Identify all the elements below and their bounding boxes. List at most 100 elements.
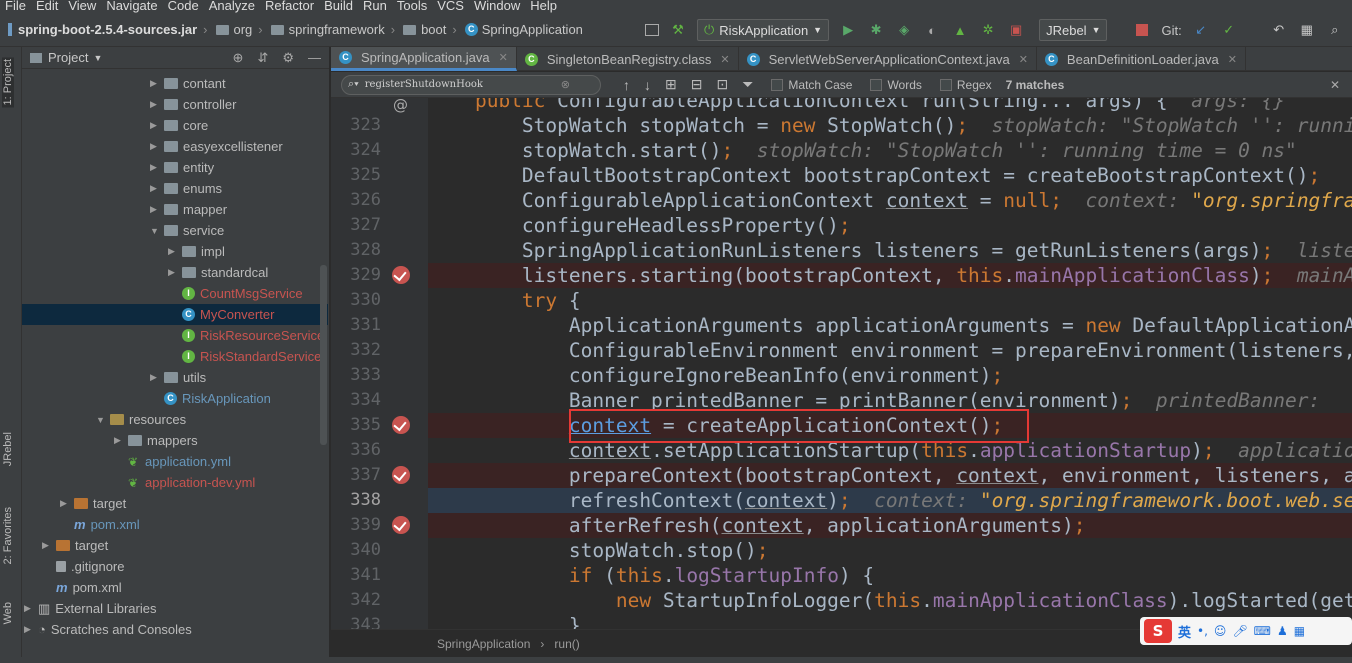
run-icon[interactable]: ▶ bbox=[839, 21, 857, 39]
menu-vcs[interactable]: VCS bbox=[432, 0, 469, 12]
breadcrumb-springframework[interactable]: springframework › bbox=[263, 22, 395, 37]
project-structure-icon[interactable]: ▦ bbox=[1298, 21, 1316, 39]
tree-item[interactable]: ▶ target bbox=[42, 535, 108, 556]
project-view-select[interactable]: Project bbox=[48, 50, 88, 65]
menu-refactor[interactable]: Refactor bbox=[260, 0, 319, 12]
menu-code[interactable]: Code bbox=[163, 0, 204, 12]
breadcrumb-org[interactable]: org › bbox=[208, 22, 263, 37]
emoji-icon[interactable]: ☺ bbox=[1214, 624, 1227, 638]
remove-selection-icon[interactable]: ⊟ bbox=[691, 76, 703, 93]
locate-icon[interactable]: ⊕ bbox=[233, 50, 244, 66]
match-case-checkbox[interactable]: Match Case bbox=[771, 78, 852, 92]
git-update-icon[interactable]: ↙ bbox=[1192, 21, 1210, 39]
menu-navigate[interactable]: Navigate bbox=[101, 0, 162, 12]
menu-analyze[interactable]: Analyze bbox=[204, 0, 260, 12]
tree-item[interactable]: C RiskApplication bbox=[150, 388, 271, 409]
close-tab-icon[interactable]: ✕ bbox=[1019, 53, 1028, 66]
chevron-right-icon[interactable]: ▶ bbox=[150, 204, 164, 215]
ime-language[interactable]: 英 bbox=[1178, 622, 1191, 641]
breakpoint-icon[interactable] bbox=[392, 416, 410, 434]
filter-icon[interactable]: ⏷ bbox=[742, 76, 753, 93]
tree-item[interactable]: ▶ controller bbox=[150, 94, 236, 115]
chevron-right-icon[interactable]: ▶ bbox=[60, 498, 74, 509]
menu-window[interactable]: Window bbox=[469, 0, 525, 12]
menu-run[interactable]: Run bbox=[358, 0, 392, 12]
tab-web[interactable]: Web bbox=[2, 602, 14, 624]
chevron-right-icon[interactable]: ▶ bbox=[168, 246, 182, 257]
tab-project[interactable]: 1: Project bbox=[2, 57, 14, 108]
search-input[interactable] bbox=[364, 79, 555, 90]
tree-item[interactable]: ▶ core bbox=[150, 115, 208, 136]
build-hammer-icon[interactable]: ⚒ bbox=[669, 21, 687, 39]
menu-file[interactable]: File bbox=[0, 0, 31, 12]
regex-checkbox[interactable]: Regex bbox=[939, 78, 992, 92]
editor-tab[interactable]: C SpringApplication.java ✕ bbox=[331, 47, 517, 71]
crumb-method[interactable]: run() bbox=[554, 637, 579, 651]
skin-icon[interactable]: ♟ bbox=[1277, 624, 1288, 638]
tree-item[interactable]: ❦ application.yml bbox=[114, 451, 231, 472]
previous-occurrence-icon[interactable]: ↑ bbox=[623, 77, 630, 93]
tab-jrebel[interactable]: JRebel bbox=[2, 432, 14, 466]
chevron-down-icon[interactable]: ▼ bbox=[93, 53, 102, 63]
tree-item[interactable]: .gitignore bbox=[42, 556, 124, 577]
close-tab-icon[interactable]: ✕ bbox=[720, 53, 729, 66]
chevron-right-icon[interactable]: ▶ bbox=[114, 435, 128, 446]
crumb-class[interactable]: SpringApplication bbox=[437, 637, 530, 651]
jrebel-run-icon[interactable]: ▲ bbox=[951, 21, 969, 39]
tree-item[interactable]: ▶ mappers bbox=[114, 430, 198, 451]
chevron-right-icon[interactable]: ▶ bbox=[150, 120, 164, 131]
words-checkbox[interactable]: Words bbox=[870, 78, 922, 92]
hide-icon[interactable]: — bbox=[308, 50, 321, 66]
gear-icon[interactable]: ⚙ bbox=[282, 50, 294, 66]
microphone-icon[interactable]: 🎤︎ bbox=[1232, 624, 1247, 638]
undo-icon[interactable]: ↶ bbox=[1270, 21, 1288, 39]
tab-favorites[interactable]: 2: Favorites bbox=[2, 507, 14, 564]
chevron-right-icon[interactable]: ▶ bbox=[150, 141, 164, 152]
tree-item[interactable]: I RiskResourceService bbox=[168, 325, 324, 346]
chevron-right-icon[interactable]: ▶ bbox=[150, 78, 164, 89]
breadcrumb-jar[interactable]: spring-boot-2.5.4-sources.jar › bbox=[0, 22, 208, 37]
tree-item[interactable]: ▶ ◔ Scratches and Consoles bbox=[24, 619, 192, 640]
code-editor[interactable]: public ConfigurableApplicationContext ru… bbox=[428, 98, 1352, 629]
breakpoint-icon[interactable] bbox=[392, 466, 410, 484]
breadcrumb-boot[interactable]: boot › bbox=[395, 22, 457, 37]
tree-item[interactable]: ▶ contant bbox=[150, 73, 226, 94]
tree-item[interactable]: ▶ entity bbox=[150, 157, 214, 178]
tree-item[interactable]: ▶ easyexcellistener bbox=[150, 136, 283, 157]
editor-tab[interactable]: C ServletWebServerApplicationContext.java… bbox=[739, 47, 1037, 71]
jrebel-update-icon[interactable]: ▣ bbox=[1007, 21, 1025, 39]
tree-item[interactable]: ▶ enums bbox=[150, 178, 222, 199]
tree-item[interactable]: ▶ standardcal bbox=[168, 262, 268, 283]
menu-build[interactable]: Build bbox=[319, 0, 358, 12]
menu-view[interactable]: View bbox=[63, 0, 101, 12]
tree-item[interactable]: m pom.xml bbox=[42, 577, 122, 598]
menu-edit[interactable]: Edit bbox=[31, 0, 63, 12]
chevron-right-icon[interactable]: ▶ bbox=[150, 99, 164, 110]
chevron-down-icon[interactable]: ▼ bbox=[150, 226, 164, 236]
chevron-right-icon[interactable]: ▶ bbox=[150, 162, 164, 173]
tree-item[interactable]: ▶ impl bbox=[168, 241, 225, 262]
tree-item[interactable]: I CountMsgService bbox=[168, 283, 303, 304]
tree-item[interactable]: ▶ target bbox=[60, 493, 126, 514]
editor-tab[interactable]: C SingletonBeanRegistry.class ✕ bbox=[517, 47, 739, 71]
tree-item[interactable]: ▶ mapper bbox=[150, 199, 227, 220]
chevron-right-icon[interactable]: ▶ bbox=[24, 603, 38, 614]
tree-item[interactable]: ▼ resources bbox=[96, 409, 186, 430]
run-configuration-select[interactable]: ⏻ RiskApplication ▼ bbox=[697, 19, 830, 41]
chevron-right-icon[interactable]: ▶ bbox=[150, 372, 164, 383]
debug-icon[interactable]: ✱ bbox=[867, 21, 885, 39]
chevron-right-icon[interactable]: ▶ bbox=[168, 267, 182, 278]
window-icon[interactable] bbox=[645, 24, 659, 36]
tree-item[interactable]: ▶ ▥ External Libraries bbox=[24, 598, 156, 619]
chevron-right-icon[interactable]: ▶ bbox=[42, 540, 56, 551]
jrebel-debug-icon[interactable]: ✲ bbox=[979, 21, 997, 39]
search-field[interactable]: ⌕▾ ⊗ bbox=[341, 74, 601, 95]
chevron-right-icon[interactable]: ▶ bbox=[24, 624, 38, 635]
close-tab-icon[interactable]: ✕ bbox=[1228, 53, 1237, 66]
tree-item[interactable]: I RiskStandardService bbox=[168, 346, 321, 367]
close-tab-icon[interactable]: ✕ bbox=[499, 51, 508, 64]
collapse-icon[interactable]: ⇵ bbox=[257, 50, 268, 66]
stop-icon[interactable] bbox=[1133, 21, 1151, 39]
select-all-occurrences-icon[interactable]: ⊡ bbox=[716, 76, 728, 93]
chevron-down-icon[interactable]: ▼ bbox=[96, 415, 110, 425]
